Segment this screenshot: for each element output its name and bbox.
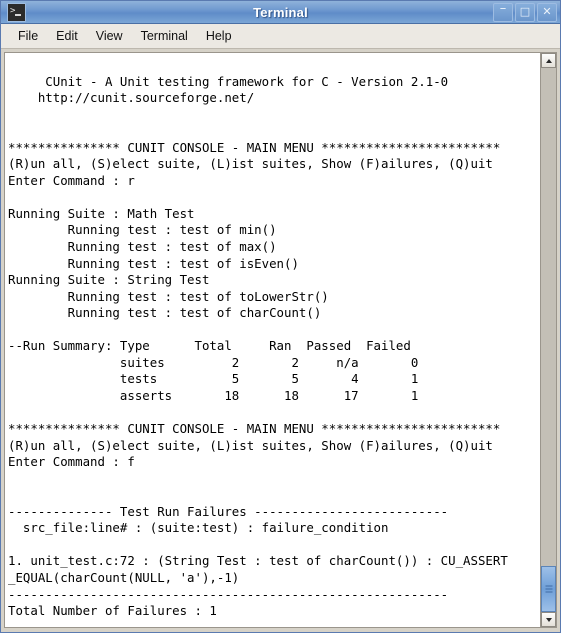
terminal-window: Terminal – □ ✕ File Edit View Terminal H… — [0, 0, 561, 633]
maximize-icon: □ — [519, 4, 531, 18]
scrollbar-track[interactable] — [541, 68, 556, 612]
menu-item-file[interactable]: File — [9, 27, 47, 45]
window-title: Terminal — [253, 4, 308, 20]
close-icon: ✕ — [542, 4, 552, 18]
terminal-body: CUnit - A Unit testing framework for C -… — [1, 49, 560, 632]
vertical-scrollbar[interactable] — [540, 52, 557, 628]
menu-item-view[interactable]: View — [87, 27, 132, 45]
terminal-icon — [7, 2, 26, 22]
menu-item-edit[interactable]: Edit — [47, 27, 87, 45]
terminal-screen[interactable]: CUnit - A Unit testing framework for C -… — [4, 52, 540, 628]
close-button[interactable]: ✕ — [537, 2, 557, 22]
menu-bar: File Edit View Terminal Help — [1, 24, 560, 49]
minimize-button[interactable]: – — [493, 0, 513, 22]
scroll-up-arrow-icon[interactable] — [541, 53, 556, 68]
menu-item-terminal[interactable]: Terminal — [132, 27, 197, 45]
minimize-icon: – — [499, 0, 507, 16]
terminal-output: CUnit - A Unit testing framework for C -… — [8, 73, 508, 619]
scrollbar-thumb[interactable] — [541, 566, 556, 612]
window-titlebar[interactable]: Terminal – □ ✕ — [1, 1, 560, 24]
window-controls: – □ ✕ — [493, 0, 557, 22]
menu-item-help[interactable]: Help — [197, 27, 241, 45]
maximize-button[interactable]: □ — [515, 2, 535, 22]
scroll-down-arrow-icon[interactable] — [541, 612, 556, 627]
